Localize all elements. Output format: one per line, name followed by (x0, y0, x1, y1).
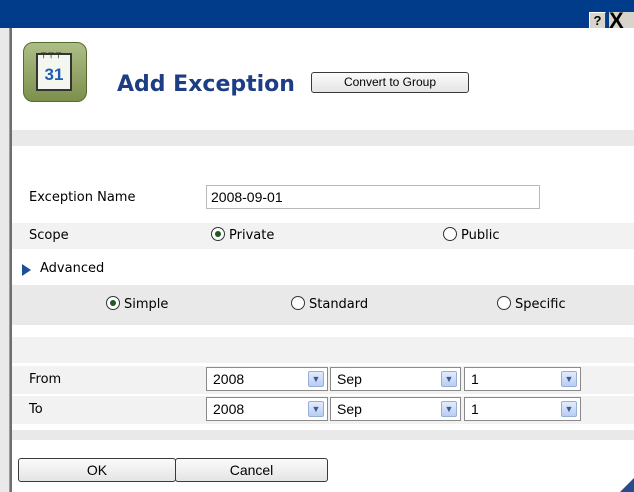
mode-specific-option[interactable]: Specific (497, 292, 566, 318)
from-month-value: Sep (337, 371, 362, 387)
cancel-button[interactable]: Cancel (175, 458, 328, 482)
from-year-value: 2008 (213, 371, 245, 387)
from-label: From (29, 372, 62, 387)
to-label: To (29, 402, 43, 417)
chevron-down-icon[interactable]: ▼ (561, 371, 577, 387)
scope-public-label: Public (461, 228, 500, 243)
mode-simple-label: Simple (124, 297, 169, 312)
spacer-band (12, 337, 634, 363)
to-year-value: 2008 (213, 401, 245, 417)
mode-band: Simple Standard Specific (12, 285, 634, 325)
scope-label: Scope (29, 228, 69, 243)
scope-row: Scope Private Public (12, 223, 634, 249)
radio-unselected-icon[interactable] (291, 296, 305, 310)
to-day-select[interactable]: 1 ▼ (464, 397, 581, 421)
window-titlebar (0, 0, 634, 28)
advanced-label: Advanced (40, 261, 105, 276)
resize-grip-icon[interactable] (620, 478, 634, 492)
advanced-toggle[interactable]: Advanced (12, 256, 212, 282)
help-button[interactable]: ? (589, 12, 606, 29)
exception-name-label: Exception Name (29, 190, 136, 205)
calendar-day-number: 31 (44, 65, 64, 84)
triangle-right-icon (22, 264, 31, 276)
chevron-down-icon[interactable]: ▼ (308, 401, 324, 417)
convert-to-group-button[interactable]: Convert to Group (311, 72, 469, 93)
scope-public-option[interactable]: Public (443, 223, 499, 249)
scope-private-option[interactable]: Private (211, 223, 274, 249)
page-title: Add Exception (117, 72, 295, 97)
to-day-value: 1 (471, 401, 479, 417)
radio-unselected-icon[interactable] (497, 296, 511, 310)
chevron-down-icon[interactable]: ▼ (441, 401, 457, 417)
radio-unselected-icon[interactable] (443, 227, 457, 241)
to-month-select[interactable]: Sep ▼ (330, 397, 461, 421)
calendar-rings-icon: ┬┬┬ (41, 49, 64, 59)
from-day-select[interactable]: 1 ▼ (464, 367, 581, 391)
footer-divider (12, 430, 634, 440)
window-left-border (0, 28, 10, 492)
from-month-select[interactable]: Sep ▼ (330, 367, 461, 391)
dialog-content: ┬┬┬ 31 Add Exception Convert to Group Ex… (12, 28, 634, 492)
from-day-value: 1 (471, 371, 479, 387)
mode-standard-option[interactable]: Standard (291, 292, 368, 318)
dialog-header: ┬┬┬ 31 Add Exception Convert to Group (12, 28, 634, 146)
to-month-value: Sep (337, 401, 362, 417)
mode-specific-label: Specific (515, 297, 566, 312)
calendar-page-icon: ┬┬┬ 31 (36, 49, 72, 91)
to-year-select[interactable]: 2008 ▼ (206, 397, 328, 421)
chevron-down-icon[interactable]: ▼ (441, 371, 457, 387)
chevron-down-icon[interactable]: ▼ (561, 401, 577, 417)
chevron-down-icon[interactable]: ▼ (308, 371, 324, 387)
ok-button[interactable]: OK (18, 458, 176, 482)
scope-private-label: Private (229, 228, 275, 243)
exception-name-input[interactable]: 2008-09-01 (206, 185, 540, 209)
mode-simple-option[interactable]: Simple (106, 292, 168, 318)
section-divider (12, 130, 634, 146)
from-year-select[interactable]: 2008 ▼ (206, 367, 328, 391)
radio-selected-icon[interactable] (106, 296, 120, 310)
close-button[interactable]: X (609, 12, 634, 29)
calendar-icon: ┬┬┬ 31 (23, 42, 87, 102)
mode-standard-label: Standard (309, 297, 369, 312)
radio-selected-icon[interactable] (211, 227, 225, 241)
